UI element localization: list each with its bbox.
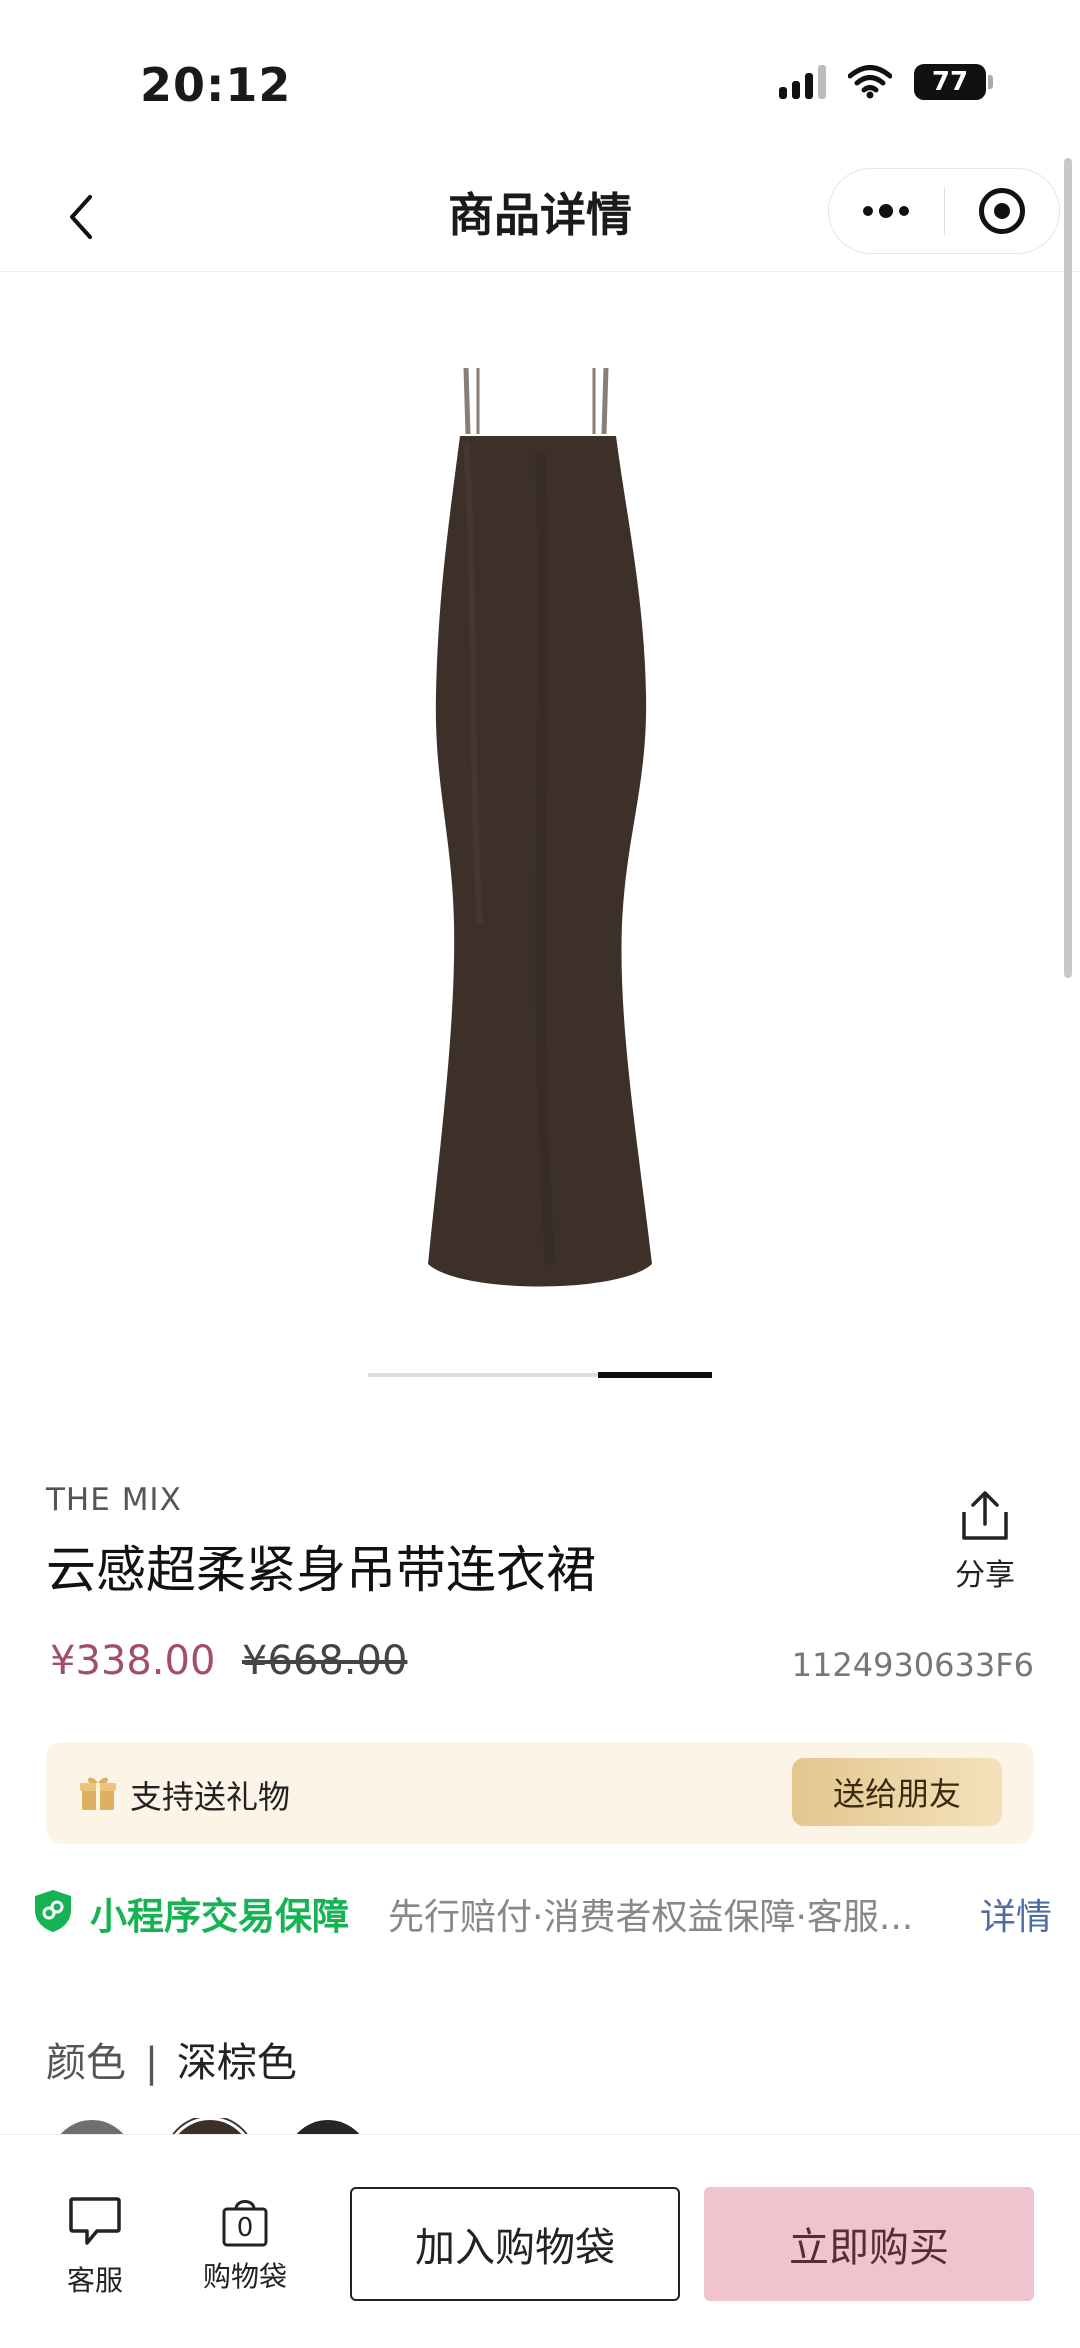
- status-icons: 77: [779, 64, 993, 100]
- send-to-friend-button[interactable]: 送给朋友: [792, 1758, 1002, 1826]
- gift-banner: 支持送礼物 送给朋友: [46, 1742, 1034, 1844]
- customer-service-label: 客服: [66, 2264, 123, 2297]
- product-image-gallery[interactable]: [0, 272, 1080, 1332]
- gallery-pager: [368, 1372, 712, 1379]
- bottom-action-bar: 客服 0 购物袋 加入购物袋 立即购买: [0, 2134, 1080, 2348]
- shopping-bag-label: 购物袋: [202, 2260, 287, 2293]
- more-dots-icon: [863, 204, 910, 218]
- sale-price: ¥338.00: [50, 1638, 216, 1684]
- chat-bubble-icon: [69, 2197, 121, 2245]
- more-button[interactable]: [829, 169, 944, 253]
- share-button[interactable]: 分享: [952, 1490, 1018, 1594]
- shield-icon: [35, 1890, 71, 1932]
- product-title: 云感超柔紧身吊带连衣裙: [46, 1541, 596, 1599]
- status-bar: 20:12 77: [0, 0, 1080, 150]
- gift-icon: [80, 1777, 116, 1810]
- shopping-bag-button[interactable]: 0 购物袋: [190, 2195, 300, 2295]
- shopping-bag-icon: 0: [220, 2195, 270, 2249]
- add-to-bag-button[interactable]: 加入购物袋: [350, 2187, 680, 2301]
- gift-text: 支持送礼物: [130, 1778, 291, 1816]
- guarantee-description: 先行赔付·消费者权益保障·客服...: [388, 1897, 914, 1938]
- wifi-icon: [848, 65, 892, 99]
- guarantee-detail-link[interactable]: 详情: [980, 1888, 1052, 1940]
- buy-now-button[interactable]: 立即购买: [704, 2187, 1034, 2301]
- guarantee-title: 小程序交易保障: [90, 1895, 349, 1938]
- cellular-signal-icon: [779, 65, 826, 99]
- brand-name: THE MIX: [46, 1482, 182, 1518]
- share-label: 分享: [955, 1558, 1015, 1593]
- share-icon: [962, 1491, 1008, 1540]
- nav-bar: 商品详情: [0, 160, 1080, 272]
- original-price: ¥668.00: [242, 1638, 408, 1684]
- trade-guarantee-row[interactable]: 小程序交易保障 先行赔付·消费者权益保障·客服... 详情: [32, 1882, 1052, 1942]
- close-mini-program-button[interactable]: [945, 169, 1060, 253]
- color-separator: |: [144, 2040, 159, 2086]
- bag-count: 0: [236, 2213, 254, 2243]
- pager-active-indicator: [598, 1372, 712, 1378]
- target-icon: [978, 188, 1025, 234]
- color-value: 深棕色: [176, 2040, 297, 2086]
- color-selector-label: 颜色 | 深棕色: [46, 2030, 297, 2088]
- pager-track: [368, 1373, 598, 1377]
- battery-level: 77: [931, 67, 969, 97]
- product-sku: 1124930633F6: [791, 1646, 1034, 1684]
- mini-program-capsule: [828, 168, 1060, 254]
- color-label: 颜色: [46, 2040, 126, 2086]
- customer-service-button[interactable]: 客服: [40, 2195, 150, 2299]
- dress-product-image: [428, 367, 652, 1287]
- status-time: 20:12: [140, 58, 292, 112]
- battery-icon: 77: [914, 64, 993, 100]
